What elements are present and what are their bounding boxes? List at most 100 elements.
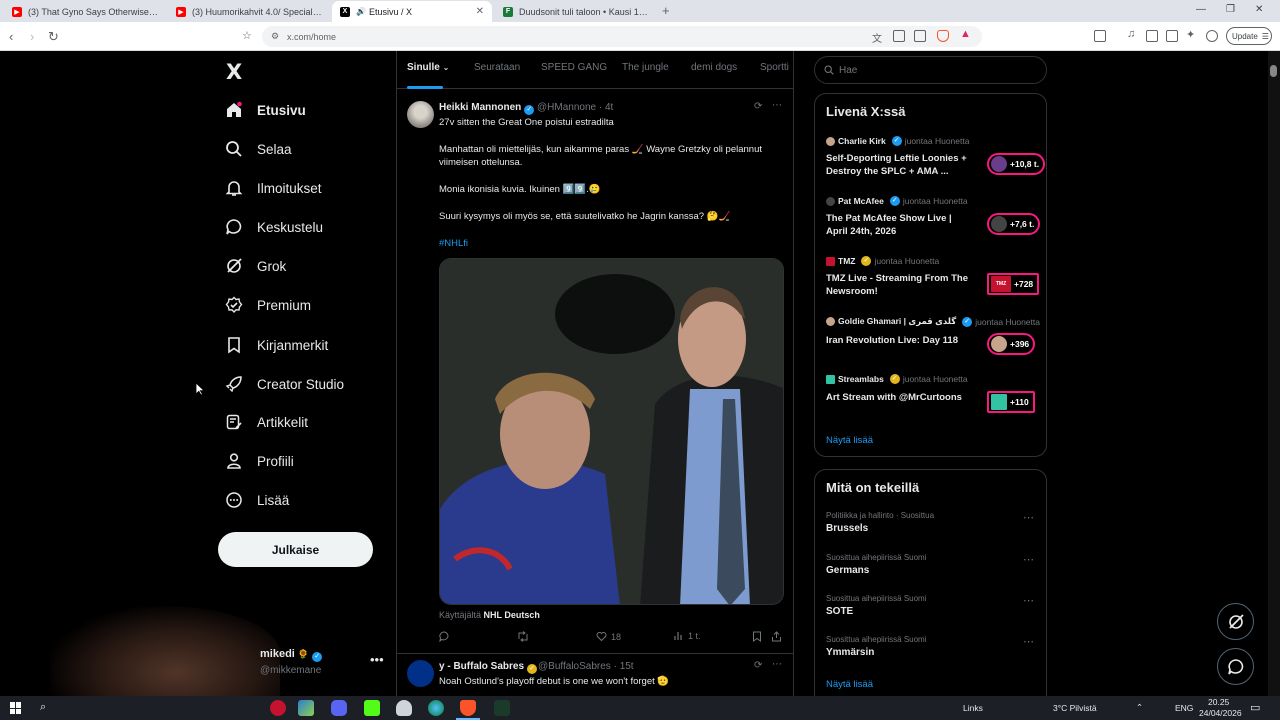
search-icon[interactable]: ⌕ bbox=[40, 701, 46, 714]
discord-icon[interactable] bbox=[331, 700, 347, 716]
close-window-button[interactable]: ✕ bbox=[1255, 4, 1263, 15]
live-listeners-badge[interactable]: TMZ +728 bbox=[987, 273, 1040, 295]
panel-icon[interactable] bbox=[1146, 30, 1158, 42]
avatar[interactable] bbox=[407, 101, 434, 128]
nav-item-bookmarks[interactable]: Kirjanmerkit bbox=[225, 331, 328, 359]
page-scrollbar[interactable] bbox=[1268, 51, 1280, 696]
live-host[interactable]: Streamlabs ✓ juontaa Huonetta bbox=[826, 374, 968, 384]
forward-button[interactable]: › bbox=[30, 29, 34, 44]
maximize-button[interactable]: ❐ bbox=[1226, 4, 1235, 15]
account-switcher[interactable]: mikedi 🌻 ✓ @mikkemane bbox=[260, 648, 323, 676]
live-title[interactable]: Iran Revolution Live: Day 118 bbox=[826, 334, 974, 347]
grok-icon[interactable]: ⟳ bbox=[754, 660, 762, 671]
live-host[interactable]: TMZ ✓ juontaa Huonetta bbox=[826, 256, 939, 266]
hashtag-link[interactable]: #NHLfi bbox=[439, 237, 784, 250]
post-video[interactable] bbox=[439, 258, 784, 605]
nav-item-explore[interactable]: Selaa bbox=[225, 135, 292, 163]
tab-list[interactable]: The jungle bbox=[622, 62, 669, 73]
brave-icon[interactable] bbox=[460, 700, 476, 716]
live-listeners-badge[interactable]: +10,8 t. bbox=[987, 153, 1046, 175]
reply-button[interactable] bbox=[439, 631, 454, 642]
live-title[interactable]: TMZ Live - Streaming From The Newsroom! bbox=[826, 272, 974, 298]
taskbar-app-icon[interactable] bbox=[494, 700, 510, 716]
post-author[interactable]: y - Buffalo Sabres ✓ bbox=[439, 661, 538, 674]
tab-list[interactable]: Sportti bbox=[760, 62, 789, 73]
tab-following[interactable]: Seurataan bbox=[474, 62, 520, 73]
grok-fab[interactable] bbox=[1217, 603, 1254, 640]
trend-name[interactable]: Ymmärsin bbox=[826, 647, 874, 658]
extensions-icon[interactable]: ✦ bbox=[1186, 28, 1198, 41]
live-host[interactable]: Charlie Kirk ✓ juontaa Huonetta bbox=[826, 136, 969, 146]
taskbar-app-icon[interactable] bbox=[396, 700, 412, 716]
tab-list[interactable]: demi dogs bbox=[691, 62, 737, 73]
nav-item-articles[interactable]: Artikkelit bbox=[225, 408, 308, 436]
back-button[interactable]: ‹ bbox=[9, 29, 13, 44]
edge-icon[interactable] bbox=[428, 700, 444, 716]
nav-item-creator-studio[interactable]: Creator Studio bbox=[225, 370, 344, 398]
clock-time[interactable]: 20.25 bbox=[1208, 697, 1229, 707]
music-icon[interactable]: ♫ bbox=[1127, 28, 1139, 40]
sidebar-toggle-icon[interactable] bbox=[1094, 30, 1106, 42]
taskbar-app-icon[interactable] bbox=[270, 700, 286, 716]
nav-item-home[interactable]: Etusivu bbox=[225, 96, 306, 124]
update-button[interactable]: Update ☰ bbox=[1226, 27, 1272, 45]
links-toolbar[interactable]: Links bbox=[963, 703, 983, 713]
avatar[interactable] bbox=[407, 660, 434, 687]
language-indicator[interactable]: ENG bbox=[1175, 703, 1193, 713]
wallet-icon[interactable] bbox=[1166, 30, 1178, 42]
post-author[interactable]: Heikki Mannonen ✓ bbox=[439, 102, 535, 115]
views-button[interactable]: 1 t. bbox=[674, 631, 701, 641]
like-button[interactable]: 18 bbox=[596, 631, 621, 642]
tab-for-you[interactable]: Sinulle ⌄ bbox=[407, 62, 449, 73]
trend-name[interactable]: SOTE bbox=[826, 606, 853, 617]
grok-icon[interactable]: ⟳ bbox=[754, 101, 762, 112]
live-title[interactable]: Self-Deporting Leftie Loonies + Destroy … bbox=[826, 152, 974, 178]
trend-name[interactable]: Germans bbox=[826, 565, 869, 576]
live-host[interactable]: Pat McAfee ✓ juontaa Huonetta bbox=[826, 196, 968, 206]
show-more-link[interactable]: Näytä lisää bbox=[826, 679, 873, 690]
search-input[interactable]: Hae bbox=[814, 56, 1047, 84]
account-more-icon[interactable]: ••• bbox=[370, 652, 384, 667]
scrollbar-thumb[interactable] bbox=[1270, 65, 1277, 77]
tab-list[interactable]: SPEED GANG bbox=[541, 62, 607, 73]
share-icon[interactable] bbox=[914, 30, 926, 42]
minimize-button[interactable]: — bbox=[1196, 4, 1206, 15]
trend-more-icon[interactable]: ⋯ bbox=[1023, 511, 1034, 524]
close-tab-icon[interactable]: ✕ bbox=[476, 6, 484, 17]
nav-item-messages[interactable]: Keskustelu bbox=[225, 213, 323, 241]
start-button[interactable] bbox=[10, 702, 22, 714]
browser-tab-active[interactable]: X 🔊 Etusivu / X ✕ bbox=[332, 1, 492, 22]
post[interactable]: y - Buffalo Sabres ✓ @BuffaloSabres · 15t… bbox=[397, 653, 793, 696]
browser-tab[interactable]: ▶ (3) Huumorikahvit 4.0/ Special #2/ Sp bbox=[168, 1, 331, 22]
nav-item-notifications[interactable]: Ilmoitukset bbox=[225, 174, 322, 202]
post-handle[interactable]: @HMannone bbox=[537, 102, 596, 113]
chevron-up-icon[interactable]: ⌃ bbox=[1136, 702, 1143, 713]
reload-button[interactable]: ↻ bbox=[48, 29, 59, 45]
bookmark-button[interactable] bbox=[752, 631, 766, 642]
live-title[interactable]: The Pat McAfee Show Live | April 24th, 2… bbox=[826, 212, 974, 238]
trend-more-icon[interactable]: ⋯ bbox=[1023, 553, 1034, 566]
nav-item-grok[interactable]: Grok bbox=[225, 252, 286, 280]
attribution-source[interactable]: NHL Deutsch bbox=[484, 610, 540, 620]
post-time[interactable]: 4t bbox=[605, 102, 613, 113]
notification-icon[interactable]: ▭ bbox=[1250, 701, 1260, 714]
post-button[interactable]: Julkaise bbox=[218, 532, 373, 567]
vpn-icon[interactable] bbox=[1206, 30, 1218, 42]
browser-tab[interactable]: F Duudsonit tuli taloon • Kausi 1 • 1 - … bbox=[495, 1, 658, 22]
trend-more-icon[interactable]: ⋯ bbox=[1023, 635, 1034, 648]
repost-button[interactable] bbox=[517, 631, 533, 642]
more-options-icon[interactable]: ⋯ bbox=[772, 100, 782, 111]
messages-fab[interactable] bbox=[1217, 648, 1254, 685]
weather-widget[interactable]: 3°C Pilvistä bbox=[1053, 703, 1097, 713]
show-more-link[interactable]: Näytä lisää bbox=[826, 435, 873, 446]
trend-more-icon[interactable]: ⋯ bbox=[1023, 594, 1034, 607]
bookmark-page-icon[interactable]: ☆ bbox=[242, 29, 252, 42]
post-handle[interactable]: @BuffaloSabres bbox=[538, 661, 611, 672]
cast-icon[interactable] bbox=[893, 30, 905, 42]
post-time[interactable]: 15t bbox=[620, 661, 634, 672]
trend-name[interactable]: Brussels bbox=[826, 523, 868, 534]
brave-shield-icon[interactable] bbox=[937, 30, 949, 42]
nav-item-profile[interactable]: Profiili bbox=[225, 447, 294, 475]
translate-icon[interactable]: 文 bbox=[872, 30, 884, 45]
rewards-icon[interactable]: ▲ bbox=[960, 28, 972, 40]
